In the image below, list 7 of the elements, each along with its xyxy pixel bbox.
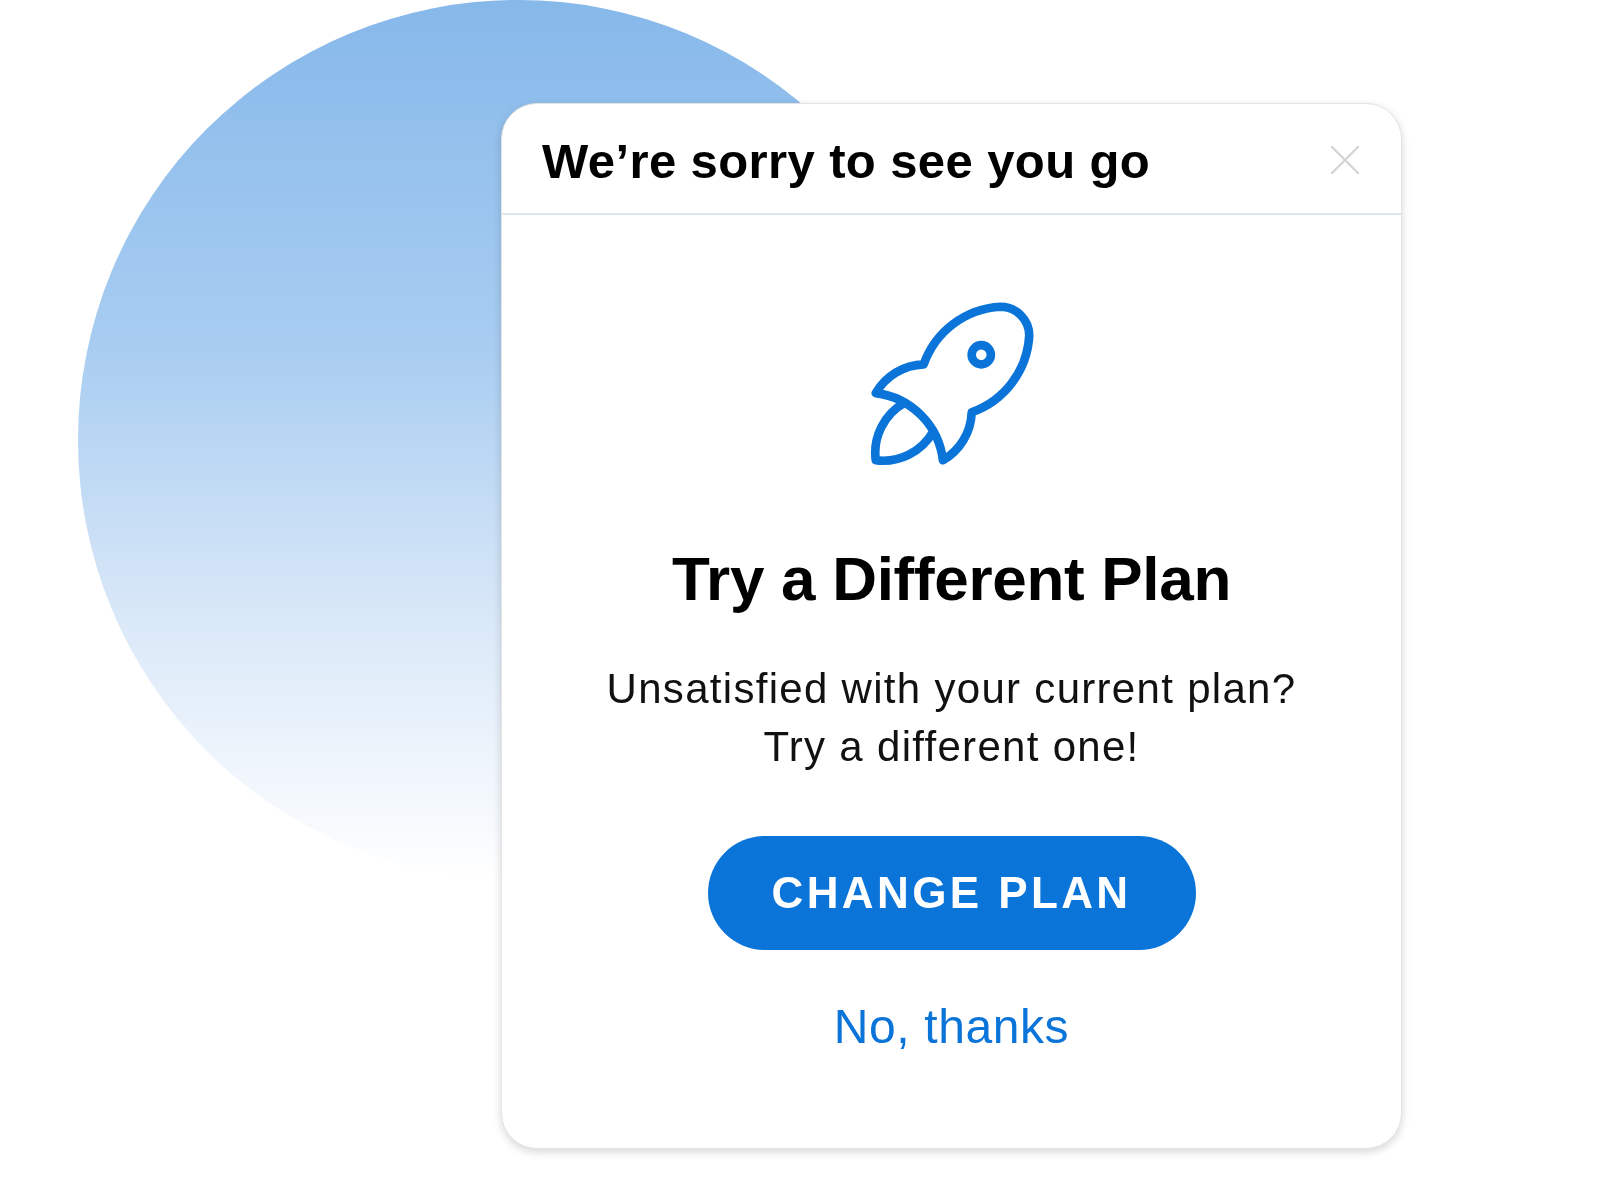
- close-icon[interactable]: [1331, 145, 1359, 174]
- rocket-icon: [870, 301, 1035, 466]
- dialog-title: We’re sorry to see you go: [542, 133, 1151, 191]
- change-plan-button[interactable]: CHANGE PLAN: [707, 836, 1196, 951]
- no-thanks-link[interactable]: No, thanks: [833, 998, 1070, 1056]
- offer-message: Unsatisfied with your current plan? Try a different one!: [606, 664, 1297, 773]
- offer-heading: Try a Different Plan: [671, 543, 1232, 615]
